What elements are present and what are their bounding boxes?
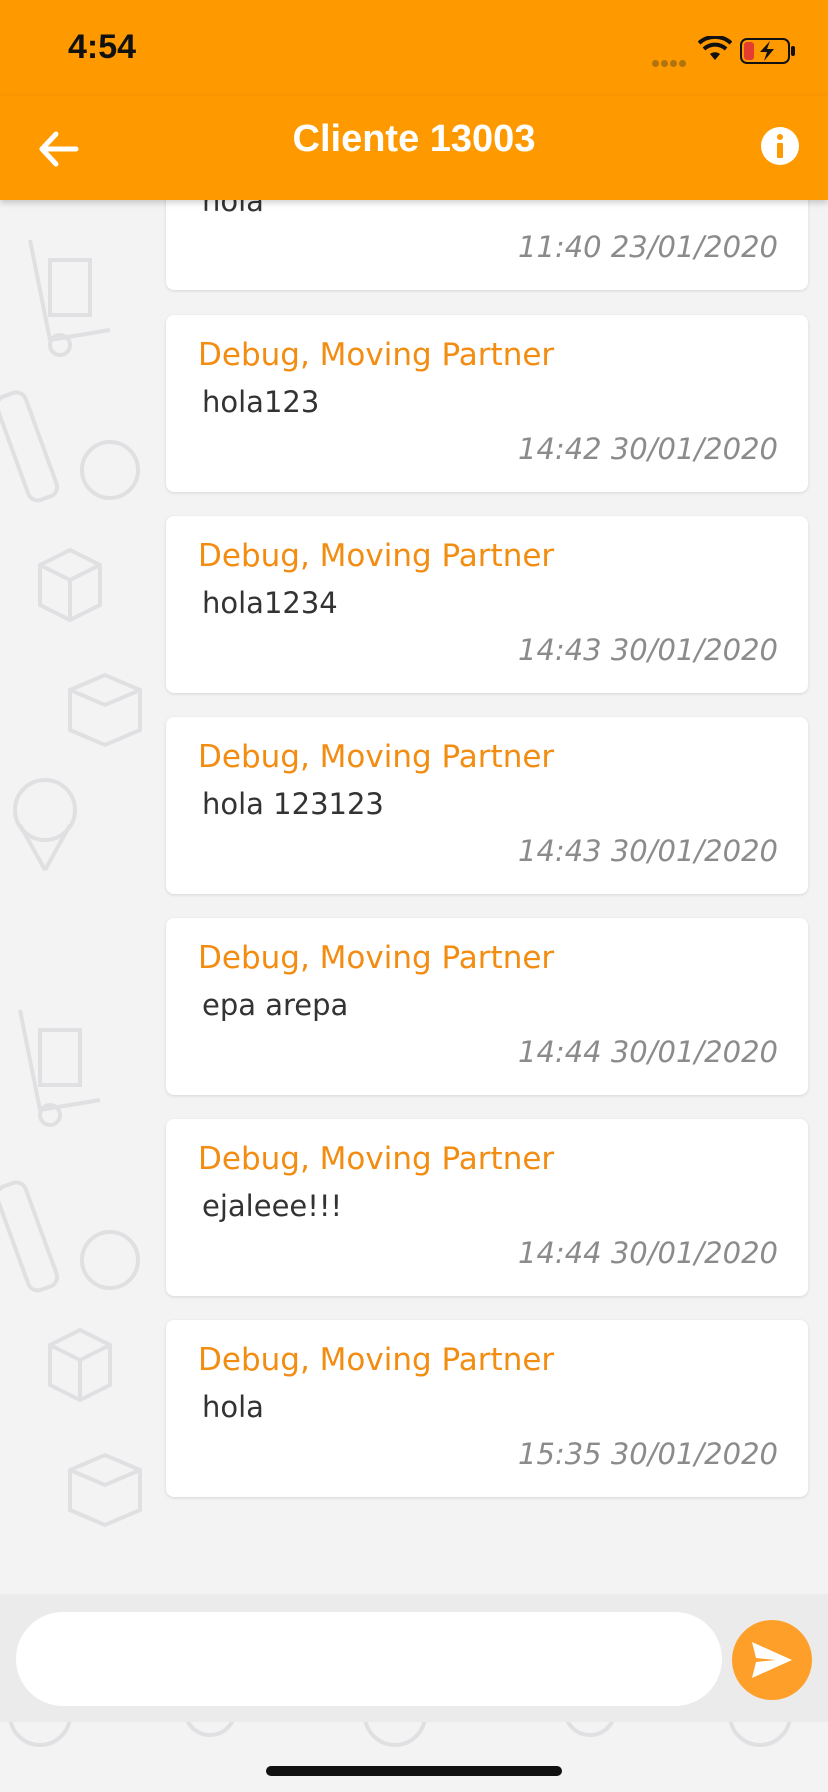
message-text: ejaleee!!! xyxy=(202,1189,343,1223)
message-text: hola123 xyxy=(202,385,320,419)
message-list[interactable]: hola 11:40 23/01/2020 Debug, Moving Part… xyxy=(0,200,828,1592)
message-sender: Debug, Moving Partner xyxy=(198,1141,555,1177)
message-timestamp: 14:43 30/01/2020 xyxy=(518,633,778,667)
message-bubble: Debug, Moving Partner hola123 14:42 30/0… xyxy=(166,315,808,492)
message-bubble: Debug, Moving Partner hola 15:35 30/01/2… xyxy=(166,1320,808,1497)
page-title: Cliente 13003 xyxy=(292,118,536,160)
status-time: 4:54 xyxy=(68,28,137,66)
info-icon[interactable] xyxy=(760,126,800,166)
message-bubble: Debug, Moving Partner ejaleee!!! 14:44 3… xyxy=(166,1119,808,1296)
message-sender: Debug, Moving Partner xyxy=(198,337,555,373)
message-text: hola xyxy=(202,200,264,218)
send-icon xyxy=(752,1642,792,1678)
message-sender: Debug, Moving Partner xyxy=(198,739,555,775)
home-indicator[interactable] xyxy=(266,1766,562,1776)
message-text: hola 123123 xyxy=(202,787,384,821)
message-bubble: Debug, Moving Partner hola1234 14:43 30/… xyxy=(166,516,808,693)
message-text: hola1234 xyxy=(202,586,338,620)
message-bubble: hola 11:40 23/01/2020 xyxy=(166,200,808,290)
send-button[interactable] xyxy=(732,1620,812,1700)
message-timestamp: 14:43 30/01/2020 xyxy=(518,834,778,868)
message-sender: Debug, Moving Partner xyxy=(198,538,555,574)
navigation-bar: Cliente 13003 xyxy=(0,96,828,200)
battery-icon xyxy=(740,38,795,64)
message-timestamp: 11:40 23/01/2020 xyxy=(518,230,778,264)
message-text: epa arepa xyxy=(202,988,349,1022)
message-bubble: Debug, Moving Partner hola 123123 14:43 … xyxy=(166,717,808,894)
status-bar: 4:54 xyxy=(0,0,828,96)
message-timestamp: 14:44 30/01/2020 xyxy=(518,1035,778,1069)
message-composer xyxy=(0,1594,828,1722)
message-timestamp: 14:42 30/01/2020 xyxy=(518,432,778,466)
message-sender: Debug, Moving Partner xyxy=(198,940,555,976)
message-sender: Debug, Moving Partner xyxy=(198,1342,555,1378)
cellular-signal-icon xyxy=(652,52,688,71)
message-input[interactable] xyxy=(16,1612,722,1706)
message-bubble: Debug, Moving Partner epa arepa 14:44 30… xyxy=(166,918,808,1095)
message-timestamp: 14:44 30/01/2020 xyxy=(518,1236,778,1270)
message-timestamp: 15:35 30/01/2020 xyxy=(518,1437,778,1471)
message-text: hola xyxy=(202,1390,264,1424)
wifi-icon xyxy=(698,36,732,60)
